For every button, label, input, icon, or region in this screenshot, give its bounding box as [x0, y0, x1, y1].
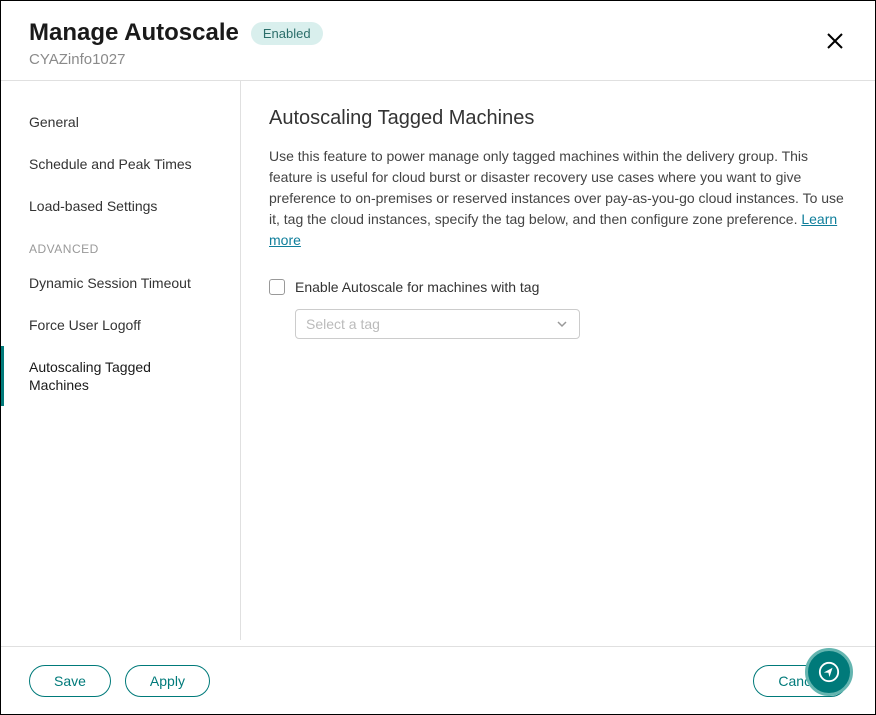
content-panel: Autoscaling Tagged Machines Use this fea…	[241, 81, 875, 640]
content-title: Autoscaling Tagged Machines	[269, 107, 847, 130]
chevron-down-icon	[555, 317, 569, 331]
navigate-icon	[818, 661, 840, 683]
sidebar-item-label: Schedule and Peak Times	[29, 156, 192, 172]
sidebar-item-load-settings[interactable]: Load-based Settings	[1, 185, 240, 227]
sidebar-item-general[interactable]: General	[1, 101, 240, 143]
dialog-footer: Save Apply Cancel	[1, 646, 875, 714]
sidebar-item-label: Force User Logoff	[29, 317, 141, 333]
sidebar-item-label: General	[29, 114, 79, 130]
sidebar-section-advanced: ADVANCED	[1, 228, 240, 262]
sidebar-item-label: Autoscaling Tagged Machines	[29, 359, 151, 393]
page-title: Manage Autoscale	[29, 19, 239, 47]
dialog-header: Manage Autoscale Enabled CYAZinfo1027	[1, 1, 875, 81]
save-button[interactable]: Save	[29, 665, 111, 697]
content-description: Use this feature to power manage only ta…	[269, 146, 847, 251]
help-fab[interactable]	[805, 648, 853, 696]
status-badge: Enabled	[251, 22, 323, 45]
tag-select-placeholder: Select a tag	[306, 316, 380, 332]
apply-button[interactable]: Apply	[125, 665, 210, 697]
enable-autoscale-row: Enable Autoscale for machines with tag	[269, 279, 847, 295]
description-text: Use this feature to power manage only ta…	[269, 148, 844, 227]
sidebar-item-autoscaling-tagged[interactable]: Autoscaling Tagged Machines	[1, 346, 240, 406]
tag-select[interactable]: Select a tag	[295, 309, 580, 339]
page-subtitle: CYAZinfo1027	[29, 51, 847, 68]
sidebar: General Schedule and Peak Times Load-bas…	[1, 81, 241, 640]
main-content: General Schedule and Peak Times Load-bas…	[1, 81, 875, 640]
sidebar-item-force-logoff[interactable]: Force User Logoff	[1, 304, 240, 346]
close-button[interactable]	[823, 29, 847, 53]
sidebar-item-schedule[interactable]: Schedule and Peak Times	[1, 143, 240, 185]
sidebar-item-label: Dynamic Session Timeout	[29, 275, 191, 291]
enable-autoscale-label: Enable Autoscale for machines with tag	[295, 279, 539, 295]
enable-autoscale-checkbox[interactable]	[269, 279, 285, 295]
sidebar-item-label: Load-based Settings	[29, 198, 157, 214]
close-icon	[825, 31, 845, 51]
sidebar-item-dynamic-timeout[interactable]: Dynamic Session Timeout	[1, 262, 240, 304]
